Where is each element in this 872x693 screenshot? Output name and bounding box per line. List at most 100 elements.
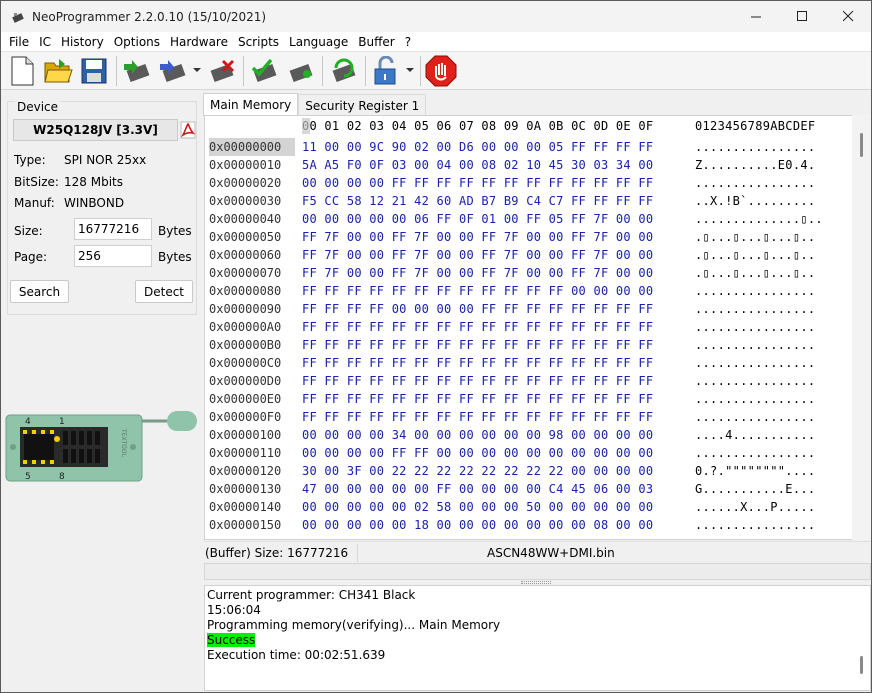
menu-options[interactable]: Options (109, 32, 165, 52)
row-bytes[interactable]: FF FF FF FF FF FF FF FF FF FF FF FF FF F… (302, 354, 653, 372)
menu-language[interactable]: Language (284, 32, 353, 52)
row-ascii[interactable]: ................ (695, 372, 815, 390)
row-bytes[interactable]: FF FF FF FF FF FF FF FF FF FF FF FF 00 0… (302, 282, 653, 300)
search-button[interactable]: Search (10, 280, 69, 303)
row-bytes[interactable]: 00 00 00 00 FF FF 00 00 00 00 00 00 00 0… (302, 444, 653, 462)
hex-row[interactable]: 0x00000150 00 00 00 00 00 18 00 00 00 00 … (205, 516, 855, 534)
row-ascii[interactable]: .▯...▯...▯...▯.. (695, 228, 815, 246)
hex-row[interactable]: 0x00000000 11 00 00 9C 90 02 00 D6 00 00 … (205, 138, 855, 156)
row-ascii[interactable]: ................ (695, 354, 815, 372)
write-dropdown[interactable] (192, 54, 202, 88)
blank-check-button[interactable] (283, 54, 317, 88)
menu-buffer[interactable]: Buffer (353, 32, 399, 52)
hex-row[interactable]: 0x00000070 FF 7F 00 00 FF 7F 00 00 FF 7F … (205, 264, 855, 282)
menu-scripts[interactable]: Scripts (233, 32, 284, 52)
hex-editor[interactable]: 00 01 02 03 04 05 06 07 08 09 0A 0B 0C 0… (204, 115, 871, 540)
row-bytes[interactable]: FF FF FF FF FF FF FF FF FF FF FF FF FF F… (302, 372, 653, 390)
row-ascii[interactable]: Z..........E0.4. (695, 156, 815, 174)
hex-row[interactable]: 0x000000C0 FF FF FF FF FF FF FF FF FF FF … (205, 354, 855, 372)
tab-main-memory[interactable]: Main Memory (203, 93, 299, 116)
protection-button[interactable] (369, 54, 403, 88)
row-bytes[interactable]: 11 00 00 9C 90 02 00 D6 00 00 00 05 FF F… (302, 138, 653, 156)
erase-button[interactable] (204, 54, 238, 88)
row-bytes[interactable]: 47 00 00 00 00 00 FF 00 00 00 00 C4 45 0… (302, 480, 653, 498)
log-vertical-scrollbar[interactable] (853, 586, 870, 690)
row-bytes[interactable]: FF FF FF FF FF FF FF FF FF FF FF FF FF F… (302, 408, 653, 426)
row-bytes[interactable]: 30 00 3F 00 22 22 22 22 22 22 22 22 00 0… (302, 462, 653, 480)
menu-help[interactable]: ? (400, 32, 416, 52)
write-button[interactable] (156, 54, 190, 88)
row-ascii[interactable]: .▯...▯...▯...▯.. (695, 246, 815, 264)
row-ascii[interactable]: 0.?."""""""".... (695, 462, 815, 480)
log-panel[interactable]: Current programmer: CH341 Black 15:06:04… (204, 585, 871, 691)
hex-row[interactable]: 0x00000030 F5 CC 58 12 21 42 60 AD B7 B9 … (205, 192, 855, 210)
row-bytes[interactable]: F5 CC 58 12 21 42 60 AD B7 B9 C4 C7 FF F… (302, 192, 653, 210)
row-bytes[interactable]: FF FF FF FF FF FF FF FF FF FF FF FF FF F… (302, 336, 653, 354)
read-button[interactable] (120, 54, 154, 88)
hex-row[interactable]: 0x000000A0 FF FF FF FF FF FF FF FF FF FF … (205, 318, 855, 336)
row-bytes[interactable]: FF 7F 00 00 FF 7F 00 00 FF 7F 00 00 FF 7… (302, 228, 653, 246)
row-ascii[interactable]: ................ (695, 444, 815, 462)
hex-row[interactable]: 0x00000080 FF FF FF FF FF FF FF FF FF FF … (205, 282, 855, 300)
row-ascii[interactable]: ................ (695, 138, 815, 156)
close-button[interactable] (825, 1, 871, 32)
hex-row[interactable]: 0x00000140 00 00 00 00 00 02 58 00 00 00 … (205, 498, 855, 516)
hex-row[interactable]: 0x000000E0 FF FF FF FF FF FF FF FF FF FF … (205, 390, 855, 408)
log-scroll-thumb[interactable] (860, 656, 863, 674)
row-bytes[interactable]: 00 00 00 00 34 00 00 00 00 00 00 98 00 0… (302, 426, 653, 444)
row-bytes[interactable]: 00 00 00 00 00 18 00 00 00 00 00 00 00 0… (302, 516, 653, 534)
hex-row[interactable]: 0x00000060 FF 7F 00 00 FF 7F 00 00 FF 7F … (205, 246, 855, 264)
hex-row[interactable]: 0x00000110 00 00 00 00 FF FF 00 00 00 00 … (205, 444, 855, 462)
horizontal-scrollbar[interactable] (204, 563, 871, 580)
row-bytes[interactable]: FF 7F 00 00 FF 7F 00 00 FF 7F 00 00 FF 7… (302, 264, 653, 282)
row-ascii[interactable]: ................ (695, 318, 815, 336)
size-field[interactable]: 16777216 (74, 218, 152, 240)
row-ascii[interactable]: ................ (695, 516, 815, 534)
row-ascii[interactable]: ................ (695, 390, 815, 408)
pdf-icon[interactable] (180, 121, 196, 139)
save-button[interactable] (77, 54, 111, 88)
row-ascii[interactable]: ..X.!B`......... (695, 192, 815, 210)
protection-dropdown[interactable] (405, 54, 415, 88)
hex-row[interactable]: 0x000000D0 FF FF FF FF FF FF FF FF FF FF … (205, 372, 855, 390)
detect-button[interactable]: Detect (135, 280, 193, 303)
row-ascii[interactable]: G...........E... (695, 480, 815, 498)
hex-row[interactable]: 0x00000120 30 00 3F 00 22 22 22 22 22 22 … (205, 462, 855, 480)
row-ascii[interactable]: ................ (695, 408, 815, 426)
stop-button[interactable] (424, 54, 458, 88)
row-bytes[interactable]: FF FF FF FF FF FF FF FF FF FF FF FF FF F… (302, 318, 653, 336)
row-bytes[interactable]: 00 00 00 00 00 06 FF 0F 01 00 FF 05 FF 7… (302, 210, 653, 228)
row-ascii[interactable]: ....4........... (695, 426, 815, 444)
minimize-button[interactable] (733, 1, 779, 32)
open-button[interactable] (41, 54, 75, 88)
hex-row[interactable]: 0x00000090 FF FF FF FF 00 00 00 00 FF FF … (205, 300, 855, 318)
tab-security-register-1[interactable]: Security Register 1 (298, 94, 427, 116)
row-ascii[interactable]: ..............▯.. (695, 210, 823, 228)
hex-row[interactable]: 0x00000040 00 00 00 00 00 06 FF 0F 01 00 … (205, 210, 855, 228)
hex-row[interactable]: 0x00000010 5A A5 F0 0F 03 00 04 00 08 02 … (205, 156, 855, 174)
menu-history[interactable]: History (56, 32, 109, 52)
maximize-button[interactable] (779, 1, 825, 32)
verify-button[interactable] (247, 54, 281, 88)
row-ascii[interactable]: .▯...▯...▯...▯.. (695, 264, 815, 282)
page-field[interactable]: 256 (74, 245, 152, 267)
row-ascii[interactable]: ................ (695, 300, 815, 318)
menu-hardware[interactable]: Hardware (165, 32, 233, 52)
hex-row[interactable]: 0x00000130 47 00 00 00 00 00 FF 00 00 00 … (205, 480, 855, 498)
row-ascii[interactable]: ................ (695, 336, 815, 354)
hex-row[interactable]: 0x00000100 00 00 00 00 34 00 00 00 00 00 … (205, 426, 855, 444)
auto-button[interactable] (326, 54, 360, 88)
hex-row[interactable]: 0x000000F0 FF FF FF FF FF FF FF FF FF FF … (205, 408, 855, 426)
hex-row[interactable]: 0x00000050 FF 7F 00 00 FF 7F 00 00 FF 7F … (205, 228, 855, 246)
hex-row[interactable]: 0x000000B0 FF FF FF FF FF FF FF FF FF FF … (205, 336, 855, 354)
hex-vertical-scrollbar[interactable] (852, 115, 871, 540)
row-bytes[interactable]: 5A A5 F0 0F 03 00 04 00 08 02 10 45 30 0… (302, 156, 653, 174)
hex-row[interactable]: 0x00000020 00 00 00 00 FF FF FF FF FF FF … (205, 174, 855, 192)
splitter-grip[interactable] (521, 581, 551, 584)
scroll-thumb[interactable] (860, 133, 863, 157)
row-ascii[interactable]: ................ (695, 174, 815, 192)
row-ascii[interactable]: ................ (695, 282, 815, 300)
chip-name-field[interactable]: W25Q128JV [3.3V] (13, 119, 178, 141)
menu-file[interactable]: File (4, 32, 34, 52)
menu-ic[interactable]: IC (34, 32, 56, 52)
